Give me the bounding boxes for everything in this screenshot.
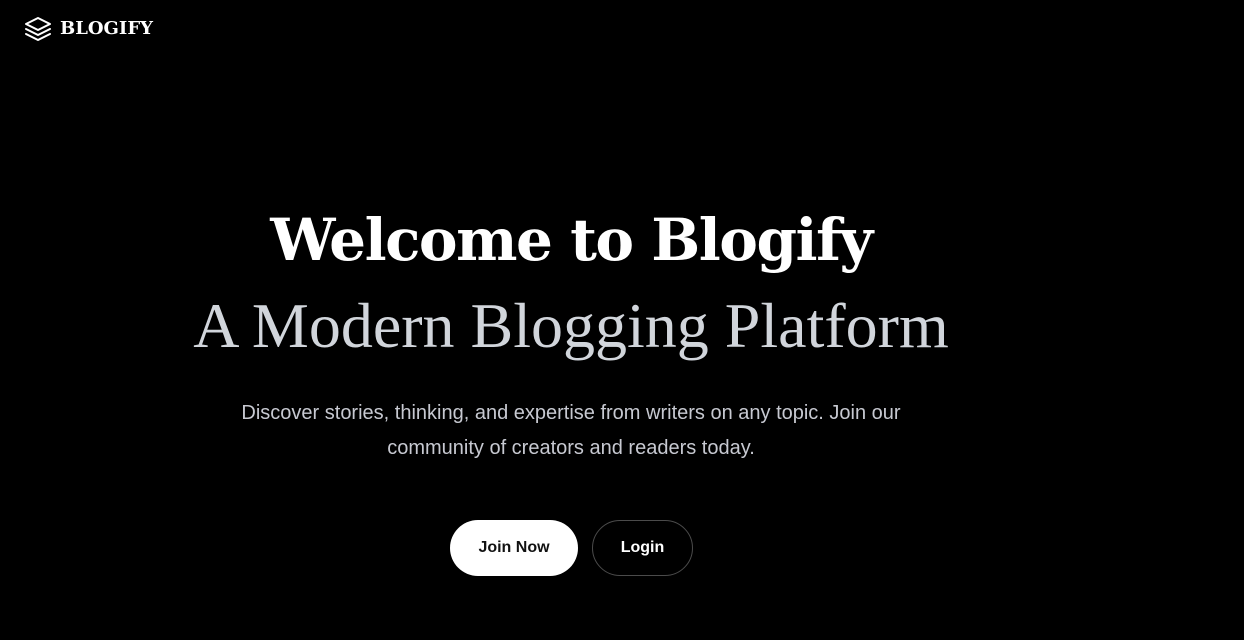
hero-title: Welcome to Blogify [270, 206, 873, 274]
hero-actions: Join Now Login [450, 520, 693, 576]
brand-logo-link[interactable]: BLOGIFY [24, 14, 153, 44]
brand-name: BLOGIFY [60, 18, 153, 39]
hero-subtitle: A Modern Blogging Platform [193, 290, 949, 361]
login-button[interactable]: Login [592, 520, 693, 576]
hero-section: Welcome to Blogify A Modern Blogging Pla… [0, 200, 1142, 466]
hero-description: Discover stories, thinking, and expertis… [241, 402, 901, 459]
join-now-button[interactable]: Join Now [450, 520, 578, 576]
landing-page: BLOGIFY Welcome to Blogify A Modern Blog… [0, 0, 1244, 640]
layers-icon [25, 17, 51, 41]
